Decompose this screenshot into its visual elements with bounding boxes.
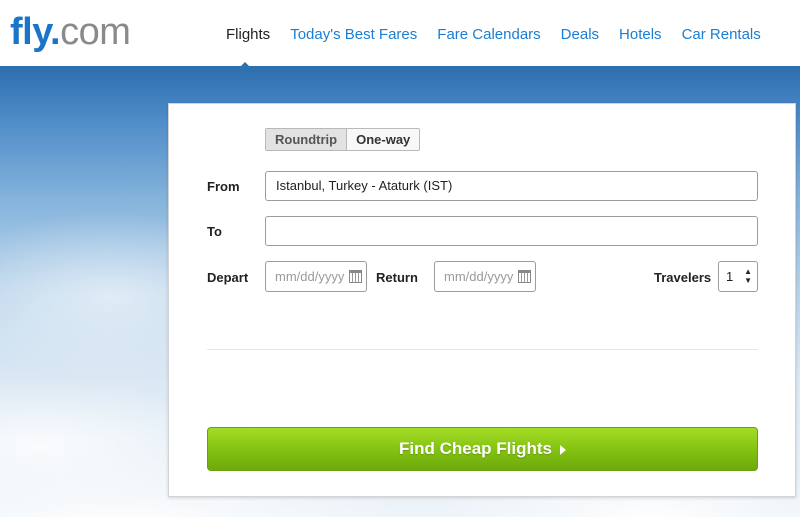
- return-date-input[interactable]: mm/dd/yyyy: [434, 261, 536, 292]
- return-date-placeholder: mm/dd/yyyy: [444, 269, 514, 284]
- from-label: From: [207, 179, 240, 194]
- active-nav-pointer: [238, 62, 252, 69]
- form-divider: [207, 349, 758, 350]
- nav-hotels[interactable]: Hotels: [619, 26, 662, 44]
- trip-type-toggle: Roundtrip One-way: [265, 128, 421, 151]
- main-nav: Flights Today's Best Fares Fare Calendar…: [226, 26, 781, 44]
- nav-todays-best-fares[interactable]: Today's Best Fares: [290, 26, 417, 44]
- from-input[interactable]: Istanbul, Turkey - Ataturk (IST): [265, 171, 758, 201]
- travelers-label: Travelers: [654, 270, 712, 285]
- site-header: fly.com Flights Today's Best Fares Fare …: [0, 0, 800, 66]
- nav-flights[interactable]: Flights: [226, 26, 270, 44]
- up-down-arrows-icon[interactable]: ▲ ▼: [744, 267, 752, 285]
- flight-search-form: Roundtrip One-way From Istanbul, Turkey …: [168, 103, 796, 497]
- find-cheap-flights-button[interactable]: Find Cheap Flights: [207, 427, 758, 471]
- to-input[interactable]: [265, 216, 758, 246]
- nav-car-rentals[interactable]: Car Rentals: [682, 26, 761, 44]
- submit-label: Find Cheap Flights: [399, 439, 552, 458]
- triangle-right-icon: [560, 444, 566, 455]
- travelers-stepper[interactable]: 1 ▲ ▼: [718, 261, 758, 292]
- oneway-button[interactable]: One-way: [347, 129, 420, 150]
- roundtrip-button[interactable]: Roundtrip: [266, 129, 348, 150]
- to-label: To: [207, 224, 222, 239]
- nav-deals[interactable]: Deals: [561, 26, 599, 44]
- calendar-icon[interactable]: [518, 270, 531, 283]
- return-label: Return: [376, 270, 418, 285]
- depart-date-input[interactable]: mm/dd/yyyy: [265, 261, 367, 292]
- fly-logo[interactable]: fly.com: [10, 10, 131, 54]
- calendar-icon[interactable]: [349, 270, 362, 283]
- depart-date-placeholder: mm/dd/yyyy: [275, 269, 345, 284]
- nav-fare-calendars[interactable]: Fare Calendars: [437, 26, 540, 44]
- travelers-value: 1: [726, 269, 734, 284]
- depart-label: Depart: [207, 270, 249, 285]
